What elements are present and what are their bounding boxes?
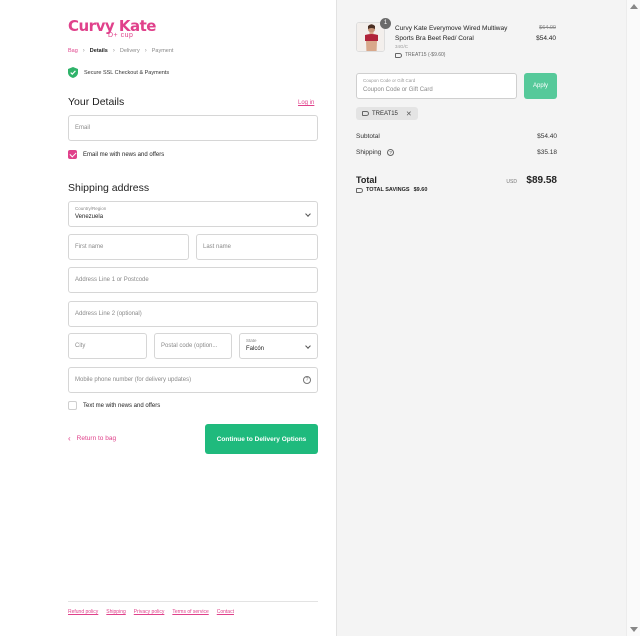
chevron-left-icon: ‹ — [68, 434, 71, 443]
return-to-bag-link[interactable]: ‹ Return to bag — [68, 434, 116, 443]
breadcrumb: Bag › Details › Delivery › Payment — [68, 48, 173, 54]
total-row: Total USD $89.58 — [356, 170, 557, 188]
applied-discount-chip: TREAT15 ✕ — [356, 107, 418, 120]
address-line-1-field[interactable]: Address Line 1 or Postcode — [68, 267, 318, 293]
first-name-placeholder: First name — [75, 244, 104, 250]
return-to-bag-label: Return to bag — [76, 435, 117, 442]
first-name-field[interactable]: First name — [68, 234, 189, 260]
chevron-down-icon — [305, 211, 311, 217]
brand-logo[interactable]: Curvy Kate D+ cup — [68, 17, 156, 39]
coupon-placeholder: Coupon Code or Gift Card — [363, 87, 433, 93]
apply-coupon-button[interactable]: Apply — [524, 73, 557, 99]
city-placeholder: City — [75, 343, 86, 349]
email-news-label: Email me with news and offers — [83, 151, 165, 158]
footer-link-contact[interactable]: Contact — [217, 609, 234, 615]
country-value: Venezuela — [75, 214, 104, 220]
footer-link-refund-policy[interactable]: Refund policy — [68, 609, 98, 615]
secure-checkout-text: Secure SSL Checkout & Payments — [84, 69, 170, 76]
total-currency: USD — [506, 179, 517, 185]
subtotal-label: Subtotal — [356, 133, 380, 140]
help-icon[interactable]: ? — [387, 149, 395, 156]
breadcrumb-separator-icon: › — [112, 48, 115, 54]
breadcrumb-details: Details — [89, 48, 108, 54]
tag-icon — [362, 111, 369, 116]
shipping-label: Shipping — [356, 149, 382, 157]
breadcrumb-delivery: Delivery — [119, 48, 140, 54]
address-line-1-placeholder: Address Line 1 or Postcode — [75, 277, 149, 283]
text-news-checkbox[interactable] — [68, 401, 77, 410]
product-variant: 34G/C — [395, 44, 409, 49]
state-select[interactable]: State Falcón — [239, 333, 318, 359]
help-icon[interactable]: ? — [303, 376, 311, 384]
product-price: $54.40 — [536, 35, 556, 42]
product-original-price: $64.00 — [539, 25, 556, 31]
postal-code-placeholder: Postal code (option... — [161, 343, 218, 349]
login-link[interactable]: Log in — [298, 100, 314, 106]
scrollbar[interactable] — [626, 0, 640, 636]
continue-to-delivery-button[interactable]: Continue to Delivery Options — [205, 424, 318, 454]
shield-check-icon — [68, 67, 78, 78]
footer-link-shipping[interactable]: Shipping — [106, 609, 125, 615]
shipping-value: $35.18 — [537, 149, 557, 156]
footer-links: Refund policy Shipping Privacy policy Te… — [68, 609, 242, 615]
email-news-checkbox[interactable] — [68, 150, 77, 159]
remove-discount-icon[interactable]: ✕ — [406, 110, 412, 118]
text-news-label: Text me with news and offers — [83, 402, 161, 409]
quantity-badge: 1 — [380, 18, 391, 29]
chevron-down-icon — [305, 343, 311, 349]
scroll-down-arrow-icon[interactable] — [630, 627, 638, 632]
product-discount: TREAT15 (-$9.60) — [395, 52, 445, 58]
order-line-item: 1 Curvy Kate Everymove Wired Multiway Sp… — [356, 18, 556, 62]
total-savings-label: TOTAL SAVINGS — [366, 187, 410, 193]
text-news-option[interactable]: Text me with news and offers — [68, 401, 160, 410]
shipping-row: Shipping ? $35.18 — [356, 149, 557, 156]
email-news-option[interactable]: Email me with news and offers — [68, 150, 164, 159]
total-label: Total — [356, 175, 377, 185]
last-name-field[interactable]: Last name — [196, 234, 318, 260]
shipping-address-title: Shipping address — [68, 182, 150, 194]
tag-icon — [356, 187, 363, 193]
phone-field[interactable]: Mobile phone number (for delivery update… — [68, 367, 318, 393]
email-placeholder: Email — [75, 125, 91, 131]
address-line-2-field[interactable]: Address Line 2 (optional) — [68, 301, 318, 327]
state-label: State — [246, 338, 257, 343]
checkout-form-panel: Curvy Kate D+ cup Bag › Details › Delive… — [0, 0, 336, 636]
city-field[interactable]: City — [68, 333, 147, 359]
last-name-placeholder: Last name — [203, 244, 232, 250]
country-select[interactable]: Country/Region Venezuela — [68, 201, 318, 227]
breadcrumb-separator-icon: › — [144, 48, 147, 54]
footer-divider — [68, 601, 318, 602]
address-line-2-placeholder: Address Line 2 (optional) — [75, 311, 142, 317]
applied-discount-code: TREAT15 — [372, 110, 398, 117]
postal-code-field[interactable]: Postal code (option... — [154, 333, 232, 359]
total-value: $89.58 — [526, 175, 557, 186]
email-field[interactable]: Email — [68, 115, 318, 141]
footer-link-privacy-policy[interactable]: Privacy policy — [134, 609, 165, 615]
footer-link-terms-of-service[interactable]: Terms of service — [172, 609, 208, 615]
subtotal-value: $54.40 — [537, 133, 557, 140]
country-label: Country/Region — [75, 206, 107, 211]
your-details-title: Your Details — [68, 96, 125, 108]
brand-tagline: D+ cup — [108, 32, 134, 39]
state-value: Falcón — [246, 346, 265, 352]
breadcrumb-bag[interactable]: Bag — [68, 48, 78, 54]
tag-icon — [395, 52, 402, 58]
coupon-label: Coupon Code or Gift Card — [363, 78, 416, 83]
subtotal-row: Subtotal $54.40 — [356, 133, 557, 140]
phone-placeholder: Mobile phone number (for delivery update… — [75, 377, 192, 383]
breadcrumb-payment: Payment — [151, 48, 174, 54]
coupon-code-field[interactable]: Coupon Code or Gift Card Coupon Code or … — [356, 73, 517, 99]
total-savings: TOTAL SAVINGS $9.60 — [356, 187, 427, 193]
total-savings-value: $9.60 — [413, 187, 428, 193]
product-name: Curvy Kate Everymove Wired Multiway Spor… — [395, 25, 508, 42]
breadcrumb-separator-icon: › — [82, 48, 85, 54]
scroll-up-arrow-icon[interactable] — [630, 4, 638, 9]
product-discount-text: TREAT15 (-$9.60) — [405, 52, 446, 58]
secure-checkout-notice: Secure SSL Checkout & Payments — [68, 67, 169, 78]
